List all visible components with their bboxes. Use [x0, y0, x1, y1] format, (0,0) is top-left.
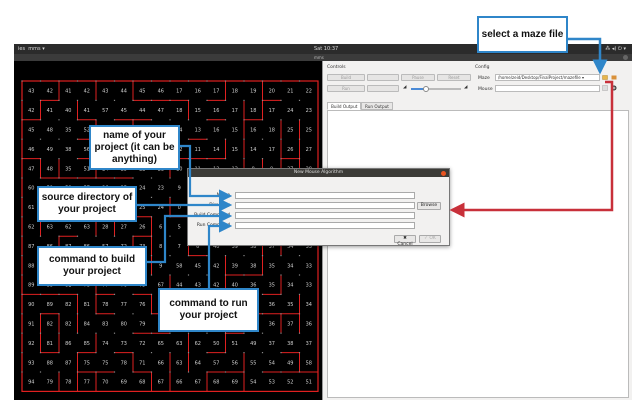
callout-select-maze: select a maze file: [477, 16, 568, 53]
arrow-run-command: [207, 219, 233, 288]
callout-source-directory: source directory of your project: [37, 186, 137, 222]
callout-build-command: command to build your project: [37, 246, 147, 286]
arrow-build-command: [147, 209, 233, 264]
callout-project-name: name of your project (it can be anything…: [89, 125, 180, 170]
callout-run-command: command to run your project: [158, 288, 259, 332]
arrow-select-maze: [568, 37, 608, 75]
arrow-browse: [449, 80, 614, 218]
screenshot: ies mms ▾ Sat 10:37 ⁂ ◂) ⏻ ▾ mms 43 42 41 4…: [0, 0, 643, 413]
arrow-name: [180, 144, 233, 203]
